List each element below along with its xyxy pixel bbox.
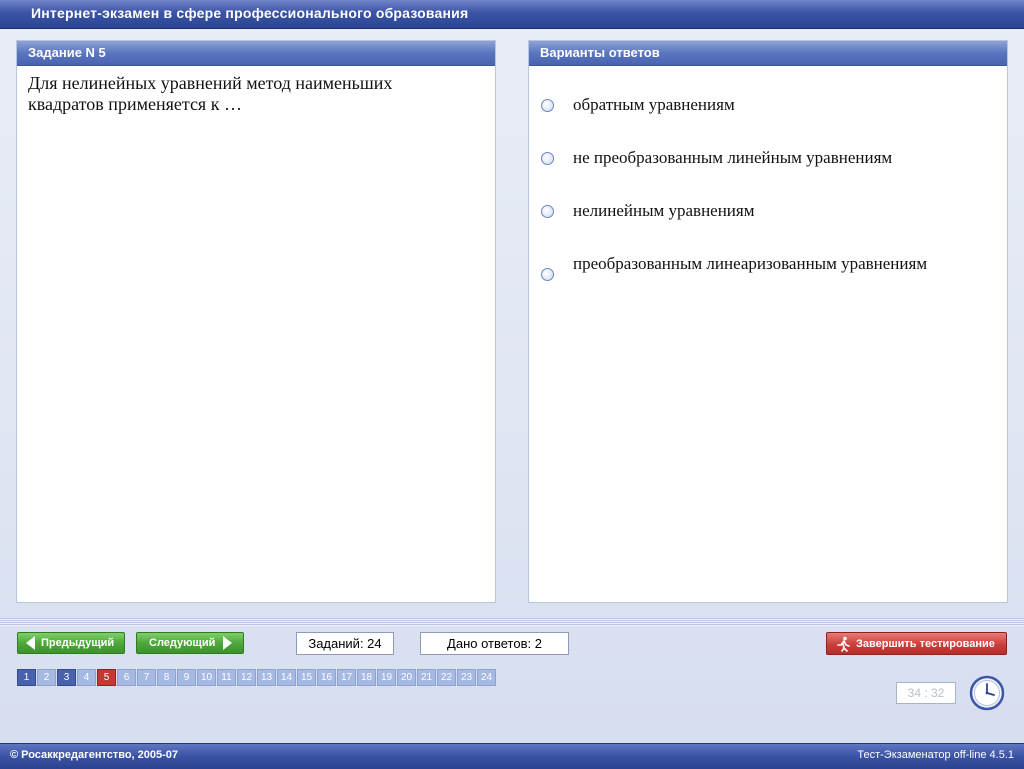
finish-button[interactable]: Завершить тестирование	[826, 632, 1007, 655]
prev-button-label: Предыдущий	[41, 637, 115, 649]
version-text: Тест-Экзаменатор off-line 4.5.1	[857, 749, 1014, 761]
answer-radio-3[interactable]	[541, 205, 554, 218]
page-button-1[interactable]: 1	[17, 669, 36, 686]
answer-radio-1[interactable]	[541, 99, 554, 112]
timer-display: 34 : 32	[896, 682, 956, 704]
page-button-14[interactable]: 14	[277, 669, 296, 686]
prev-button[interactable]: Предыдущий	[17, 632, 125, 654]
answers-counter: Дано ответов: 2	[420, 632, 569, 655]
title-bar: Интернет-экзамен в сфере профессионально…	[0, 0, 1024, 29]
answer-label-1[interactable]: обратным уравнениям	[573, 95, 735, 115]
page-button-17[interactable]: 17	[337, 669, 356, 686]
page-button-10[interactable]: 10	[197, 669, 216, 686]
footer-bar: © Росаккредагентство, 2005-07 Тест-Экзам…	[0, 743, 1024, 769]
answer-label-2[interactable]: не преобразованным линейным уравнениям	[573, 148, 892, 168]
page-button-11[interactable]: 11	[217, 669, 236, 686]
next-button[interactable]: Следующий	[136, 632, 244, 654]
question-panel: Задание N 5 Для нелинейных уравнений мет…	[16, 40, 496, 603]
page-button-6[interactable]: 6	[117, 669, 136, 686]
page-button-23[interactable]: 23	[457, 669, 476, 686]
page-button-21[interactable]: 21	[417, 669, 436, 686]
answer-label-3[interactable]: нелинейным уравнениям	[573, 201, 754, 221]
arrow-left-icon	[26, 636, 35, 650]
answer-option-2[interactable]: не преобразованным линейным уравнениям	[541, 148, 997, 168]
copyright-text: © Росаккредагентство, 2005-07	[10, 749, 179, 761]
page-button-7[interactable]: 7	[137, 669, 156, 686]
answers-panel-header: Варианты ответов	[529, 41, 1007, 66]
page-button-16[interactable]: 16	[317, 669, 336, 686]
answer-option-3[interactable]: нелинейным уравнениям	[541, 201, 997, 221]
next-button-label: Следующий	[149, 637, 216, 649]
answer-label-4[interactable]: преобразованным линеаризованным уравнени…	[573, 254, 927, 274]
question-pager: 1 2 3 4 5 6 7 8 9 10 11 12 13 14 15 16 17 18 19 20 21 22 23 24	[17, 669, 497, 686]
page-button-2[interactable]: 2	[37, 669, 56, 686]
page-button-18[interactable]: 18	[357, 669, 376, 686]
answers-panel: Варианты ответов обратным уравнениям не …	[528, 40, 1008, 603]
page-button-3[interactable]: 3	[57, 669, 76, 686]
page-button-5[interactable]: 5	[97, 669, 116, 686]
page-button-20[interactable]: 20	[397, 669, 416, 686]
window-title: Интернет-экзамен в сфере профессионально…	[31, 5, 469, 21]
page-button-8[interactable]: 8	[157, 669, 176, 686]
page-button-12[interactable]: 12	[237, 669, 256, 686]
arrow-right-icon	[223, 636, 233, 650]
clock-icon	[969, 675, 1005, 711]
answer-radio-2[interactable]	[541, 152, 554, 165]
question-text: Для нелинейных уравнений метод наименьши…	[28, 73, 393, 114]
tasks-counter: Заданий: 24	[296, 632, 394, 655]
finish-button-label: Завершить тестирование	[856, 637, 995, 650]
page-button-19[interactable]: 19	[377, 669, 396, 686]
page-button-4[interactable]: 4	[77, 669, 96, 686]
question-number: Задание N 5	[28, 45, 106, 60]
page-button-24[interactable]: 24	[477, 669, 496, 686]
answer-radio-4[interactable]	[541, 268, 554, 281]
answers-panel-title: Варианты ответов	[540, 45, 660, 60]
question-panel-header: Задание N 5	[17, 41, 495, 66]
separator	[0, 618, 1024, 626]
page-button-13[interactable]: 13	[257, 669, 276, 686]
page-button-9[interactable]: 9	[177, 669, 196, 686]
running-man-icon	[837, 636, 850, 652]
page-button-15[interactable]: 15	[297, 669, 316, 686]
answer-option-1[interactable]: обратным уравнениям	[541, 95, 997, 115]
answer-option-4[interactable]: преобразованным линеаризованным уравнени…	[541, 254, 997, 281]
page-button-22[interactable]: 22	[437, 669, 456, 686]
